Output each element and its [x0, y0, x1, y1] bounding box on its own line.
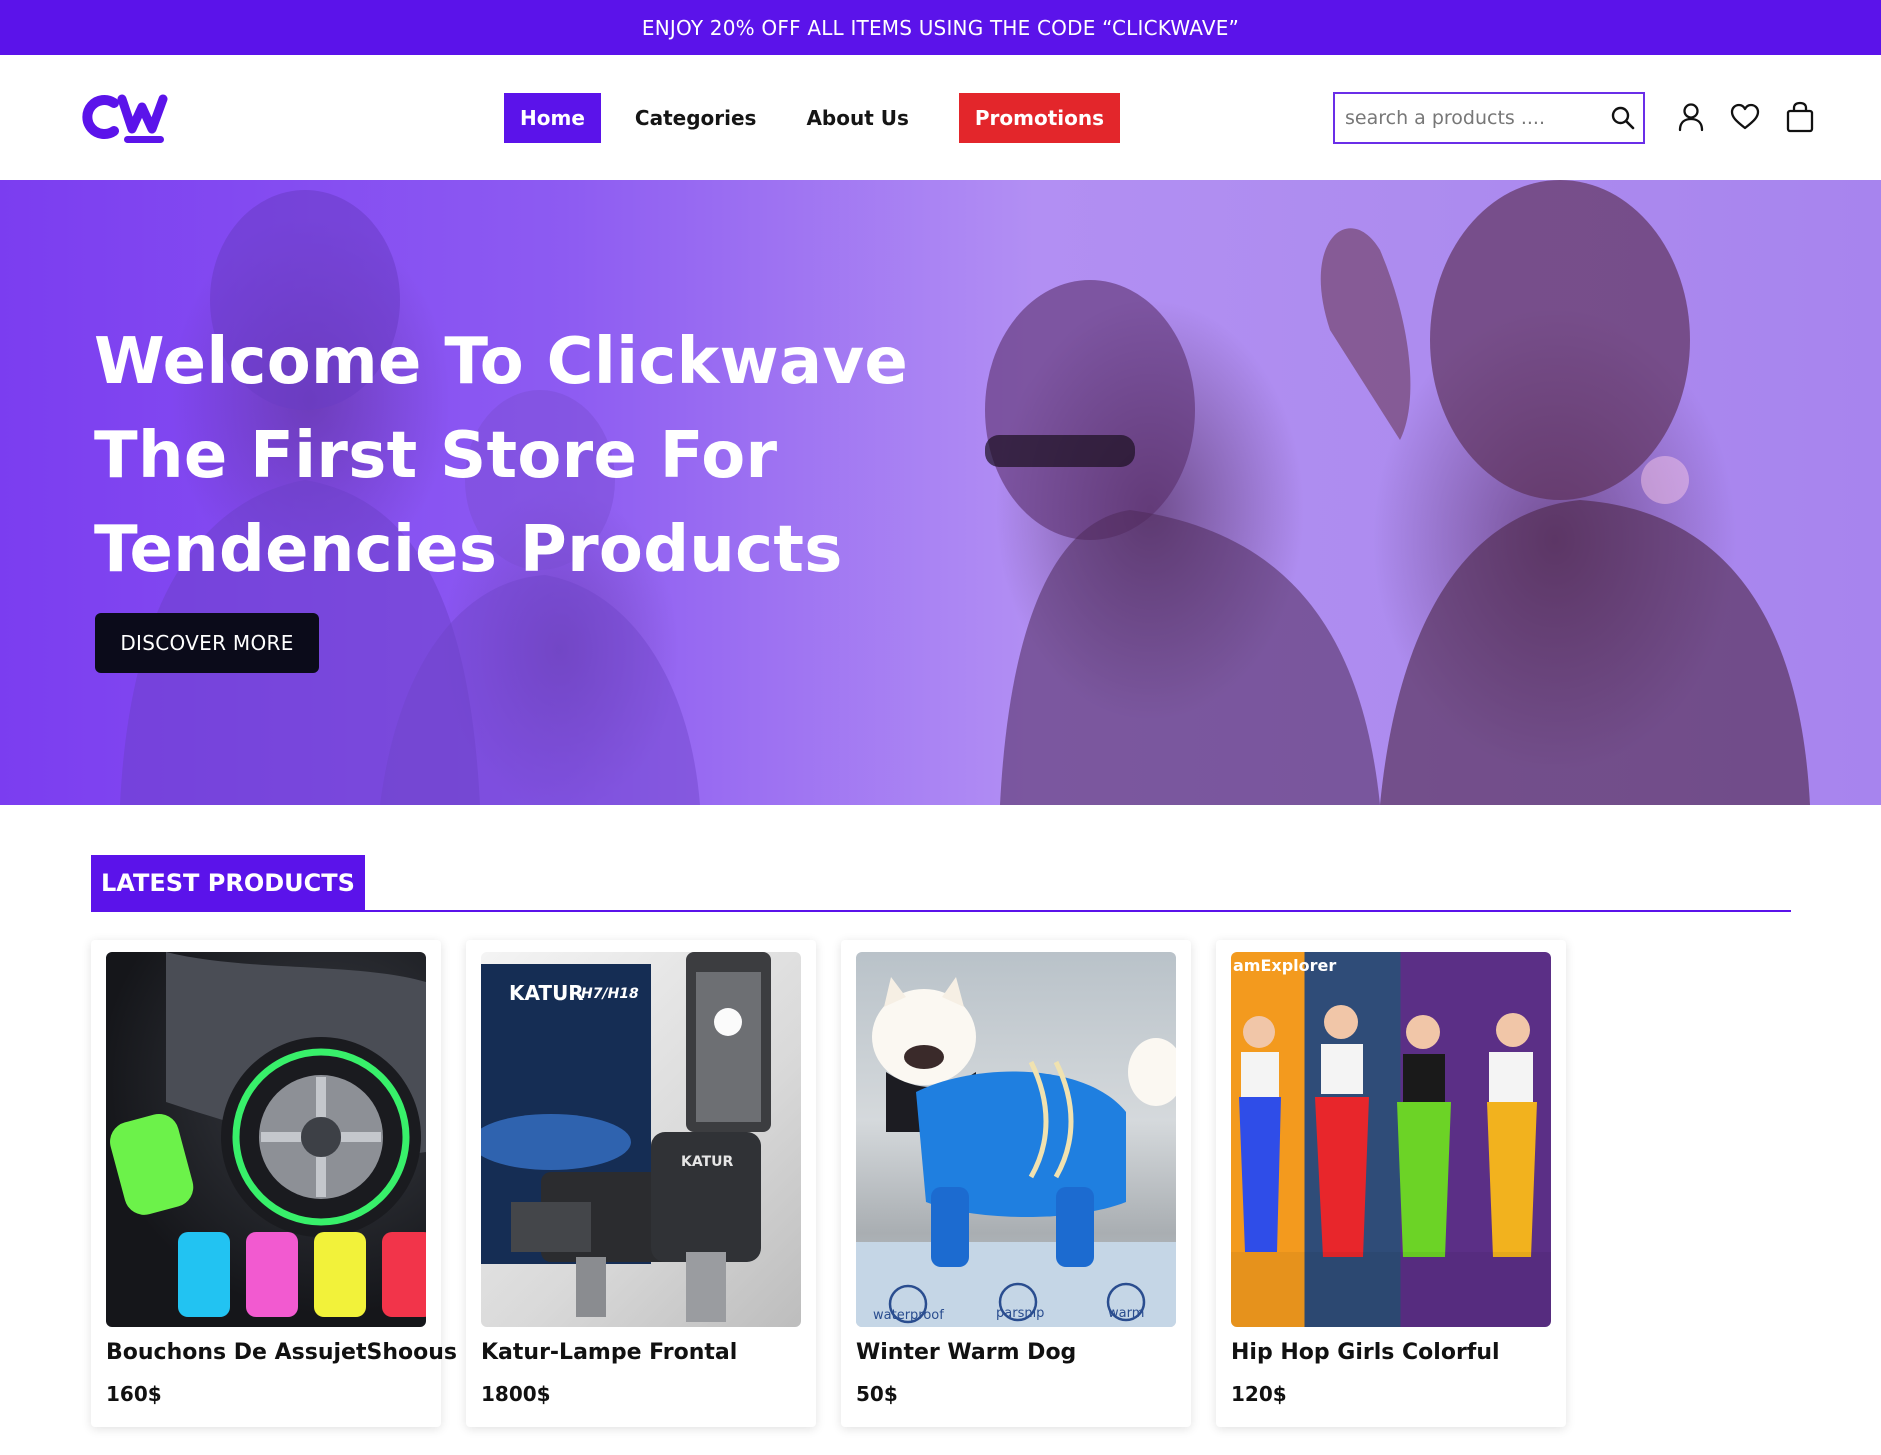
- product-card[interactable]: waterproof parsnip warm Winter Warm Dog …: [841, 940, 1191, 1427]
- brand-text: KATUR: [681, 1154, 734, 1170]
- section-title: LATEST PRODUCTS: [91, 855, 365, 911]
- feature-label: waterproof: [873, 1308, 944, 1323]
- clickwave-logo[interactable]: [76, 91, 174, 145]
- feature-label: warm: [1108, 1306, 1145, 1321]
- product-card[interactable]: KATUR H7/H18 KATUR Katur-Lampe Frontal 1…: [466, 940, 816, 1427]
- product-price: 120$: [1231, 1382, 1287, 1406]
- product-image[interactable]: KATUR H7/H18 KATUR: [481, 952, 801, 1327]
- product-price: 50$: [856, 1382, 898, 1406]
- search-button[interactable]: [1603, 98, 1643, 138]
- hero-banner: Welcome To Clickwave The First Store For…: [0, 180, 1881, 805]
- product-grid: Bouchons De AssujetShoous 160$ KATUR H7/…: [91, 940, 1591, 1427]
- model-text: H7/H18: [581, 986, 639, 1002]
- user-icon: [1678, 103, 1704, 132]
- nav-home[interactable]: Home: [504, 93, 601, 143]
- promo-banner-text: ENJOY 20% OFF ALL ITEMS USING THE CODE “…: [641, 15, 1240, 40]
- main-nav: Home Categories About Us Promotions: [504, 93, 1138, 143]
- image-watermark: amExplorer: [1233, 956, 1337, 975]
- latest-products-header: LATEST PRODUCTS: [91, 855, 1791, 912]
- promo-banner: ENJOY 20% OFF ALL ITEMS USING THE CODE “…: [0, 0, 1881, 55]
- bag-icon: [1786, 101, 1814, 133]
- product-image[interactable]: waterproof parsnip warm: [856, 952, 1176, 1327]
- cart-button[interactable]: [1783, 100, 1817, 134]
- feature-label: parsnip: [996, 1306, 1045, 1321]
- product-price: 1800$: [481, 1382, 551, 1406]
- nav-promotions[interactable]: Promotions: [958, 93, 1121, 143]
- product-image[interactable]: [106, 952, 426, 1327]
- product-name[interactable]: Hip Hop Girls Colorful: [1231, 1340, 1500, 1365]
- hero-title-line: Tendencies Products: [94, 513, 843, 587]
- site-header: Home Categories About Us Promotions: [0, 55, 1881, 180]
- discover-more-button[interactable]: DISCOVER MORE: [95, 613, 319, 673]
- hero-title-line: The First Store For: [94, 419, 778, 493]
- hero-title-line: Welcome To Clickwave: [94, 325, 909, 399]
- search-bar: [1333, 92, 1645, 144]
- hero-title: Welcome To Clickwave The First Store For…: [94, 315, 908, 597]
- nav-about-us[interactable]: About Us: [790, 93, 924, 143]
- product-card[interactable]: amExplorer Hip Hop Girls Colorful 120$: [1216, 940, 1566, 1427]
- search-icon: [1611, 106, 1635, 130]
- product-name[interactable]: Bouchons De AssujetShoous: [106, 1340, 457, 1365]
- search-input[interactable]: [1335, 94, 1603, 142]
- heart-icon: [1730, 103, 1760, 130]
- product-name[interactable]: Winter Warm Dog: [856, 1340, 1076, 1365]
- product-name[interactable]: Katur-Lampe Frontal: [481, 1340, 737, 1365]
- product-price: 160$: [106, 1382, 162, 1406]
- account-button[interactable]: [1674, 100, 1708, 134]
- brand-text: KATUR: [509, 981, 584, 1005]
- product-card[interactable]: Bouchons De AssujetShoous 160$: [91, 940, 457, 1427]
- nav-categories[interactable]: Categories: [619, 93, 773, 143]
- wishlist-button[interactable]: [1728, 100, 1762, 134]
- product-image[interactable]: amExplorer: [1231, 952, 1551, 1327]
